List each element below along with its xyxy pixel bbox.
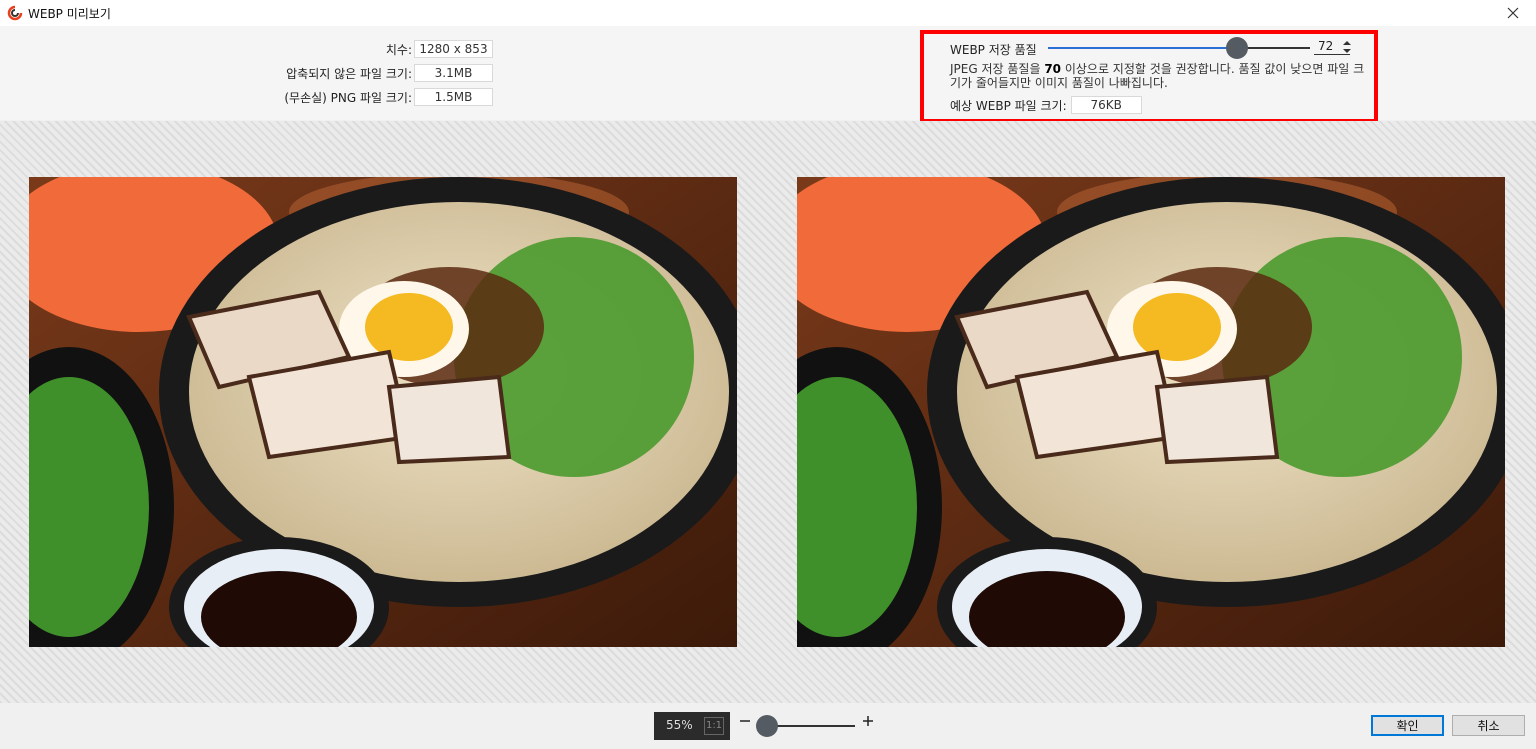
- quality-slider-thumb[interactable]: [1226, 37, 1248, 59]
- actual-size-button[interactable]: 1:1: [704, 717, 724, 735]
- window-title: WEBP 미리보기: [28, 7, 111, 21]
- zoom-out-icon[interactable]: [738, 714, 752, 728]
- ok-button[interactable]: 확인: [1371, 715, 1444, 736]
- original-preview-image: [29, 177, 737, 647]
- quality-settings-box: WEBP 저장 품질 72 JPEG 저장 품질을 70 이상으로 지정할 것을…: [920, 30, 1378, 123]
- zoom-display: 55% 1:1: [654, 712, 730, 740]
- close-button[interactable]: [1490, 0, 1536, 26]
- png-size-label: (무손실) PNG 파일 크기:: [284, 90, 412, 105]
- hint-part1: JPEG 저장 품질을: [950, 62, 1045, 76]
- spin-arrows-icon[interactable]: [1342, 40, 1352, 54]
- hint-recommended-value: 70: [1044, 62, 1062, 76]
- uncompressed-size-label: 압축되지 않은 파일 크기:: [286, 66, 412, 81]
- uncompressed-size-value: 3.1MB: [414, 64, 493, 82]
- quality-label: WEBP 저장 품질: [950, 43, 1037, 57]
- estimated-size-row: 예상 WEBP 파일 크기: 76KB: [950, 96, 1142, 114]
- webp-preview-image: [797, 177, 1505, 647]
- preview-area: [0, 121, 1536, 703]
- app-logo-icon: [7, 5, 23, 21]
- zoom-slider-track-rest[interactable]: [767, 725, 855, 727]
- quality-hint-text: JPEG 저장 품질을 70 이상으로 지정할 것을 권장합니다. 품질 값이 …: [950, 62, 1370, 90]
- dimensions-label: 치수:: [385, 42, 412, 57]
- estimated-size-label: 예상 WEBP 파일 크기:: [950, 98, 1067, 113]
- png-size-value: 1.5MB: [414, 88, 493, 106]
- dimensions-value: 1280 x 853: [414, 40, 493, 58]
- zoom-percent: 55%: [666, 718, 693, 732]
- quality-slider-track-filled[interactable]: [1048, 47, 1237, 49]
- cancel-button[interactable]: 취소: [1452, 715, 1525, 736]
- bottom-bar: 55% 1:1 확인 취소: [0, 703, 1536, 749]
- ramen-photo-webp: [797, 177, 1505, 647]
- estimated-size-value: 76KB: [1070, 96, 1142, 114]
- ramen-photo-original: [29, 177, 737, 647]
- close-icon: [1507, 7, 1519, 19]
- title-bar: WEBP 미리보기: [0, 0, 1536, 26]
- zoom-in-icon[interactable]: [861, 714, 875, 728]
- zoom-slider-thumb[interactable]: [756, 715, 778, 737]
